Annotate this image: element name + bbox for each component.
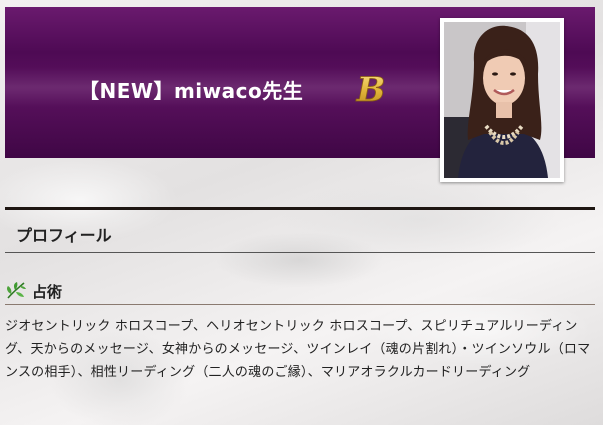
profile-heading: プロフィール <box>16 226 112 245</box>
portrait-image <box>444 22 560 178</box>
rank-b-badge-icon: B <box>355 70 386 111</box>
fortune-method-description: ジオセントリック ホロスコープ、ヘリオセントリック ホロスコープ、スピリチュアル… <box>5 319 591 380</box>
svg-text:B: B <box>356 70 386 110</box>
leaf-icon <box>7 282 26 299</box>
teacher-photo <box>440 18 564 182</box>
page-title: 【NEW】miwaco先生 <box>79 79 304 103</box>
profile-section-bar: プロフィール <box>5 207 595 253</box>
fortune-method-heading: 占術 <box>5 280 595 305</box>
fortune-method-label: 占術 <box>32 283 63 301</box>
